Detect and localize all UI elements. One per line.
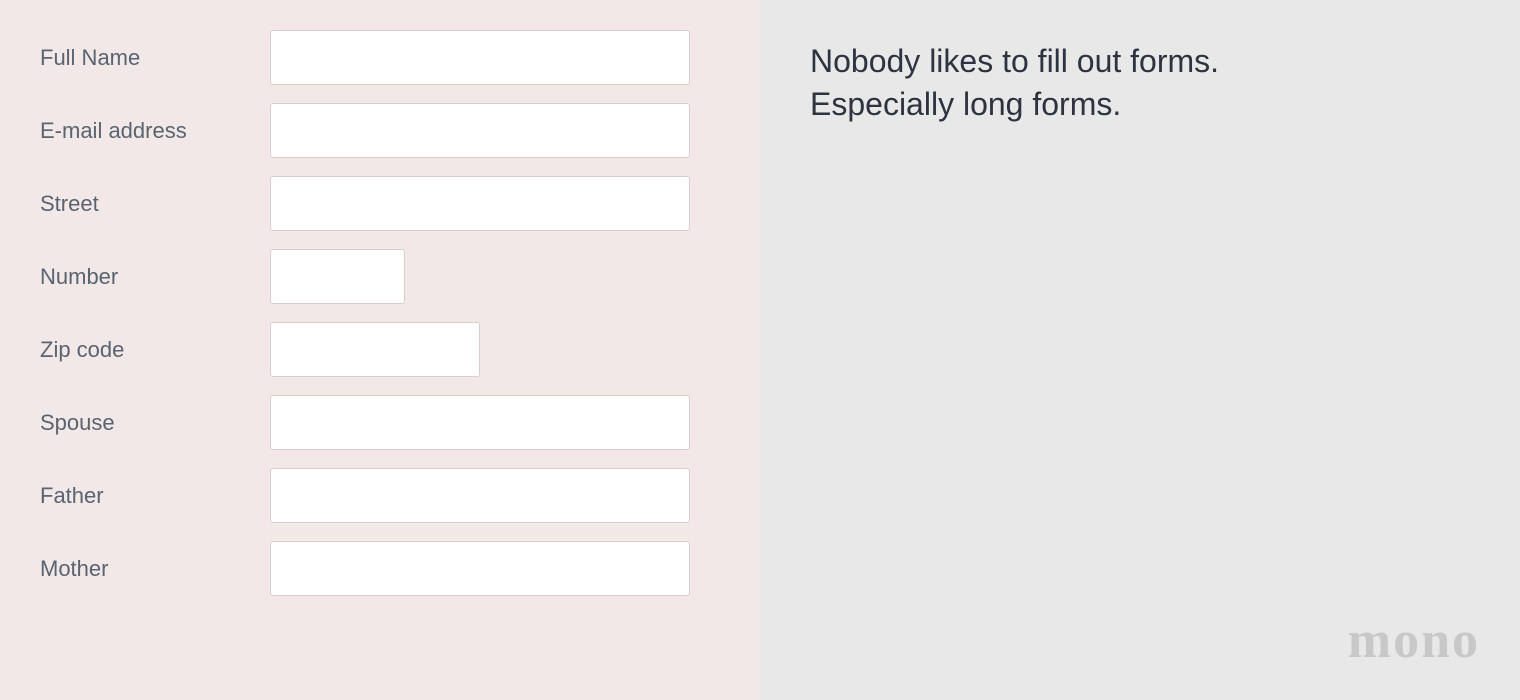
left-panel: Full Name E-mail address Street Number Z… [0, 0, 760, 700]
zip-code-row: Zip code [40, 322, 720, 377]
spouse-row: Spouse [40, 395, 720, 450]
full-name-input[interactable] [270, 30, 690, 85]
email-label: E-mail address [40, 118, 270, 144]
number-label: Number [40, 264, 270, 290]
number-input[interactable] [270, 249, 405, 304]
street-input[interactable] [270, 176, 690, 231]
father-row: Father [40, 468, 720, 523]
street-label: Street [40, 191, 270, 217]
zip-code-label: Zip code [40, 337, 270, 363]
father-label: Father [40, 483, 270, 509]
full-name-row: Full Name [40, 30, 720, 85]
street-row: Street [40, 176, 720, 231]
email-input[interactable] [270, 103, 690, 158]
mono-logo: mono [1348, 611, 1480, 670]
right-panel: Nobody likes to fill out forms.Especiall… [760, 0, 1520, 700]
spouse-label: Spouse [40, 410, 270, 436]
mother-row: Mother [40, 541, 720, 596]
zip-code-input[interactable] [270, 322, 480, 377]
mother-label: Mother [40, 556, 270, 582]
email-row: E-mail address [40, 103, 720, 158]
father-input[interactable] [270, 468, 690, 523]
tagline: Nobody likes to fill out forms.Especiall… [810, 40, 1470, 126]
full-name-label: Full Name [40, 45, 270, 71]
mother-input[interactable] [270, 541, 690, 596]
spouse-input[interactable] [270, 395, 690, 450]
number-row: Number [40, 249, 720, 304]
